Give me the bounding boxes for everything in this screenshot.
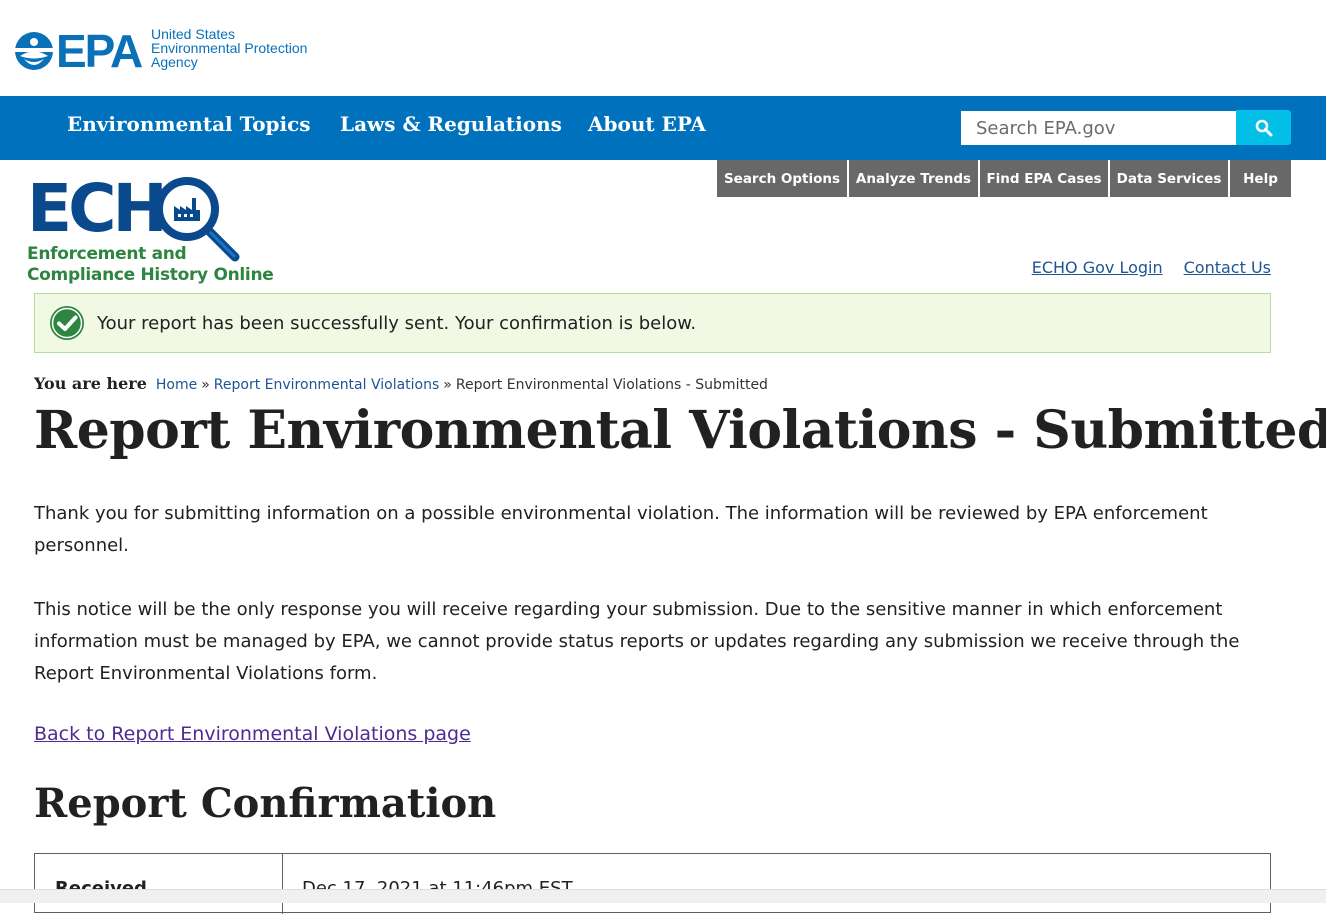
notice-paragraph: This notice will be the only response yo…	[34, 599, 1240, 684]
nav-about-epa[interactable]: About EPA	[588, 112, 706, 136]
echo-tagline-line-2: Compliance History Online	[27, 265, 274, 285]
alert-message: Your report has been successfully sent. …	[97, 312, 697, 334]
search-input[interactable]	[962, 112, 1235, 144]
utility-links: ECHO Gov Login Contact Us	[1032, 258, 1271, 277]
confirmation-table: Received Dec 17, 2021 at 11:46pm EST	[34, 853, 1271, 914]
menu-analyze-trends[interactable]: Analyze Trends	[849, 160, 980, 197]
menu-help[interactable]: Help	[1230, 160, 1291, 197]
echo-tool-menu: Search Options Analyze Trends Find EPA C…	[717, 160, 1291, 197]
menu-search-options[interactable]: Search Options	[717, 160, 849, 197]
breadcrumb-current: Report Environmental Violations - Submit…	[455, 377, 768, 393]
agency-line-1: United States	[151, 26, 236, 42]
epa-header: EPA United States Environmental Protecti…	[0, 0, 1326, 96]
success-alert: Your report has been successfully sent. …	[34, 293, 1271, 353]
breadcrumb-separator: »	[443, 377, 452, 393]
breadcrumb: You are here Home » Report Environmental…	[34, 374, 768, 393]
echo-gov-login-link[interactable]: ECHO Gov Login	[1032, 258, 1163, 277]
report-confirmation-heading: Report Confirmation	[34, 780, 497, 827]
epa-logo[interactable]: EPA	[14, 25, 143, 77]
breadcrumb-report-violations[interactable]: Report Environmental Violations	[214, 377, 439, 393]
search-button[interactable]	[1236, 110, 1291, 145]
thank-you-paragraph: Thank you for submitting information on …	[34, 503, 1208, 556]
nav-environmental-topics[interactable]: Environmental Topics	[67, 112, 311, 136]
menu-find-epa-cases[interactable]: Find EPA Cases	[980, 160, 1110, 197]
magnifier-icon	[1255, 119, 1272, 136]
browser-bottom-bar	[0, 889, 1326, 903]
agency-line-2: Environmental Protection	[151, 40, 308, 56]
epa-wordmark: EPA	[56, 25, 143, 77]
agency-name: United States Environmental Protection A…	[151, 27, 307, 69]
search-box	[961, 111, 1236, 145]
table-divider	[282, 854, 283, 914]
echo-tagline: Enforcement and Compliance History Onlin…	[27, 244, 274, 286]
back-to-report-link[interactable]: Back to Report Environmental Violations …	[34, 723, 471, 745]
page-title: Report Environmental Violations - Submit…	[34, 400, 1326, 461]
breadcrumb-home[interactable]: Home	[156, 377, 197, 393]
echo-tagline-line-1: Enforcement and	[27, 244, 187, 264]
check-circle-icon	[50, 306, 84, 340]
agency-line-3: Agency	[151, 54, 198, 70]
epa-flower-icon	[15, 32, 53, 70]
nav-laws-regulations[interactable]: Laws & Regulations	[340, 112, 562, 136]
breadcrumb-separator: »	[201, 377, 210, 393]
echo-logo-letters: ECH	[27, 170, 168, 247]
breadcrumb-label: You are here	[34, 374, 147, 393]
menu-data-services[interactable]: Data Services	[1110, 160, 1230, 197]
contact-us-link[interactable]: Contact Us	[1184, 258, 1271, 277]
